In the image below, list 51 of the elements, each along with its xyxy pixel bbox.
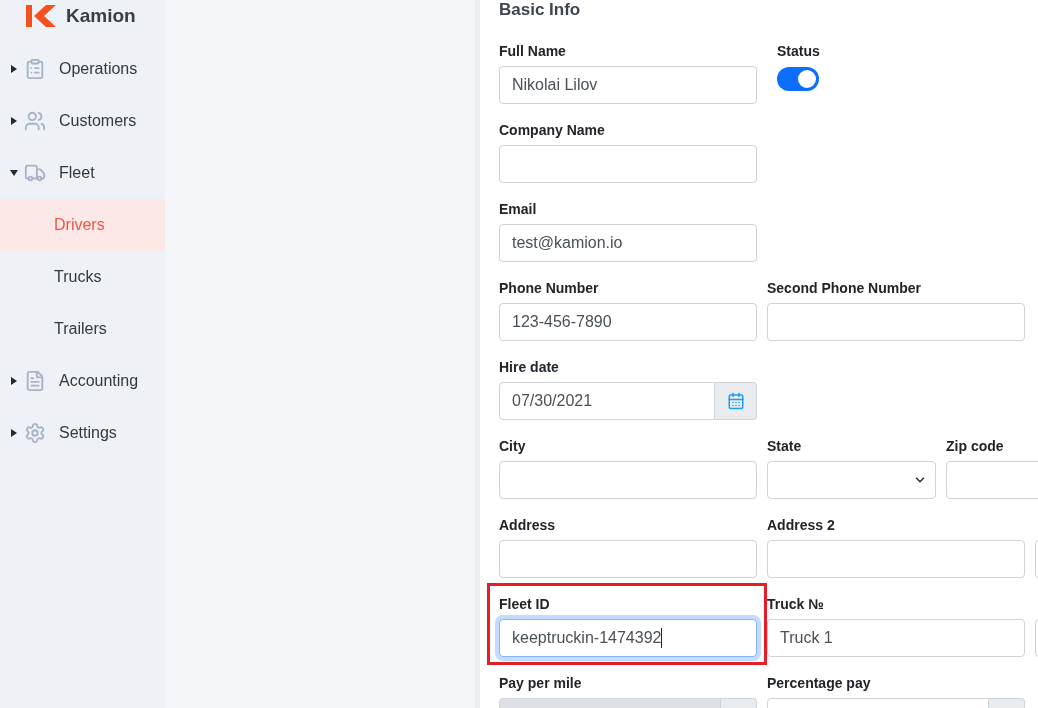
caret-icon <box>11 117 17 125</box>
input-field[interactable] <box>499 461 757 499</box>
settings-icon <box>24 422 46 444</box>
caret-icon <box>10 170 18 176</box>
input-field[interactable] <box>767 540 1025 578</box>
input-field[interactable] <box>767 303 1025 341</box>
document-icon <box>24 370 46 392</box>
field-label: Full Name <box>499 42 567 61</box>
input-field[interactable]: 123-456-7890 <box>499 303 757 341</box>
brand-name: Kamion <box>66 3 136 28</box>
field-label: City <box>499 437 527 456</box>
sidebar-item[interactable]: Customers <box>0 95 165 147</box>
clipboard-icon <box>24 58 46 80</box>
input-field[interactable] <box>499 540 757 578</box>
calendar-button[interactable] <box>715 382 757 420</box>
input-field[interactable]: Truck 1 <box>767 619 1025 657</box>
field-label: Status <box>777 42 820 61</box>
input-field[interactable]: Nikolai Lilov <box>499 66 757 104</box>
field-label: Email <box>499 200 538 219</box>
users-icon <box>24 110 46 132</box>
sidebar-item[interactable]: Operations <box>0 43 165 95</box>
logo-icon <box>26 5 58 27</box>
input-field[interactable] <box>499 145 757 183</box>
field-label: Pay per mile <box>499 674 583 693</box>
section-title: Basic Info <box>499 0 582 21</box>
sidebar-subitem[interactable]: Trailers <box>0 303 165 355</box>
select-field[interactable] <box>767 461 936 499</box>
date-field[interactable]: 07/30/2021 <box>499 382 715 420</box>
status-toggle[interactable] <box>777 67 819 91</box>
field-label: Address <box>499 516 557 535</box>
input-field[interactable]: test@kamion.io <box>499 224 757 262</box>
field-label: Hire date <box>499 358 560 377</box>
field-label: Zip code <box>946 437 1005 456</box>
field-label: Second Phone Number <box>767 279 923 298</box>
field-label: State <box>767 437 803 456</box>
sidebar-item[interactable]: Fleet <box>0 147 165 199</box>
input-field[interactable]: keeptruckin-1474392 <box>499 619 757 657</box>
sidebar-item[interactable]: Settings <box>0 407 165 459</box>
caret-icon <box>11 377 17 385</box>
caret-icon <box>11 429 17 437</box>
field-label: Company Name <box>499 121 606 140</box>
caret-icon <box>11 65 17 73</box>
field-label: Fleet ID <box>499 595 551 614</box>
sidebar-item[interactable]: Accounting <box>0 355 165 407</box>
field-label: Phone Number <box>499 279 600 298</box>
field-label: Percentage pay <box>767 674 872 693</box>
truck-icon <box>24 162 46 184</box>
sidebar-subitem[interactable]: Trucks <box>0 251 165 303</box>
calendar-icon <box>726 392 745 410</box>
field-label: Address 2 <box>767 516 836 535</box>
field-label: Truck № <box>767 595 825 614</box>
